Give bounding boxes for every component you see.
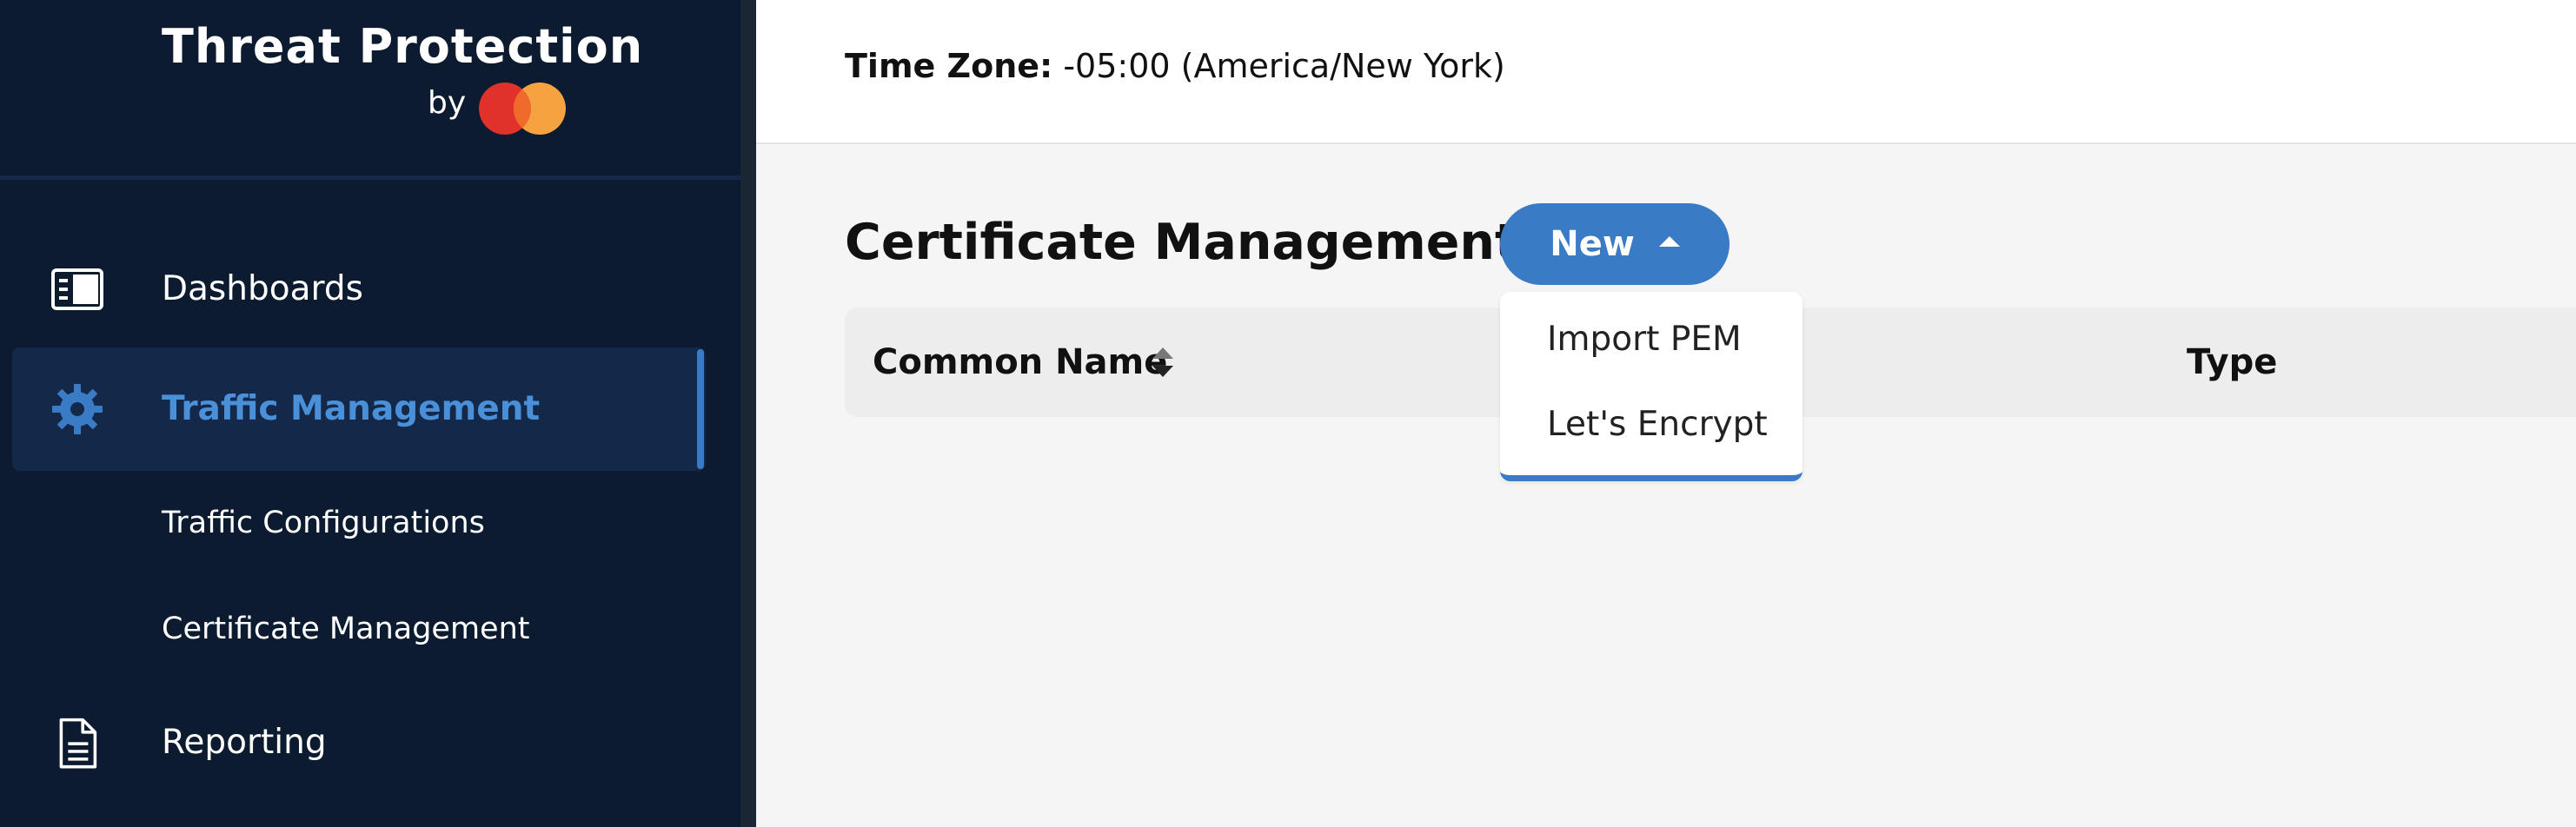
mastercard-logo-icon [479,83,566,135]
timezone-label: Time Zone: [845,47,1053,85]
sidebar-edge [740,0,756,827]
menu-item-lets-encrypt[interactable]: Let's Encrypt [1547,405,1768,444]
dashboard-icon [51,268,103,310]
topbar: Time Zone: -05:00 (America/New York) [756,0,2576,144]
sidebar-item-label: Traffic Management [162,389,541,428]
brand-divider [0,175,740,180]
timezone-value: -05:00 (America/New York) [1063,47,1505,85]
sidebar-item-label: Reporting [162,723,327,762]
gear-icon [52,384,103,434]
column-header-type[interactable]: Type [2187,342,2277,382]
new-button[interactable]: New [1500,203,1730,285]
sidebar-item-reporting[interactable]: Reporting [0,714,740,792]
sort-icon[interactable] [1151,346,1175,379]
brand: Threat Protection by [162,19,642,141]
caret-up-icon [1658,236,1680,247]
sidebar: Threat Protection by Dashboards Traffic … [0,0,740,827]
brand-by: by [428,85,467,121]
document-icon [59,718,97,769]
sidebar-subitem-traffic-configurations[interactable]: Traffic Configurations [162,506,485,540]
sidebar-item-traffic-management[interactable]: Traffic Management [0,347,740,471]
new-dropdown-menu: Import PEM Let's Encrypt [1500,292,1803,481]
column-header-common-name[interactable]: Common Name [873,342,1167,382]
new-button-label: New [1550,224,1635,264]
sidebar-subitem-certificate-management[interactable]: Certificate Management [162,612,530,646]
page-title: Certificate Management [845,214,1519,271]
menu-item-import-pem[interactable]: Import PEM [1547,320,1742,359]
sidebar-item-label: Dashboards [162,269,363,308]
brand-title: Threat Protection [162,19,644,74]
timezone-display: Time Zone: -05:00 (America/New York) [845,47,1505,85]
sidebar-item-dashboards[interactable]: Dashboards [0,252,740,330]
